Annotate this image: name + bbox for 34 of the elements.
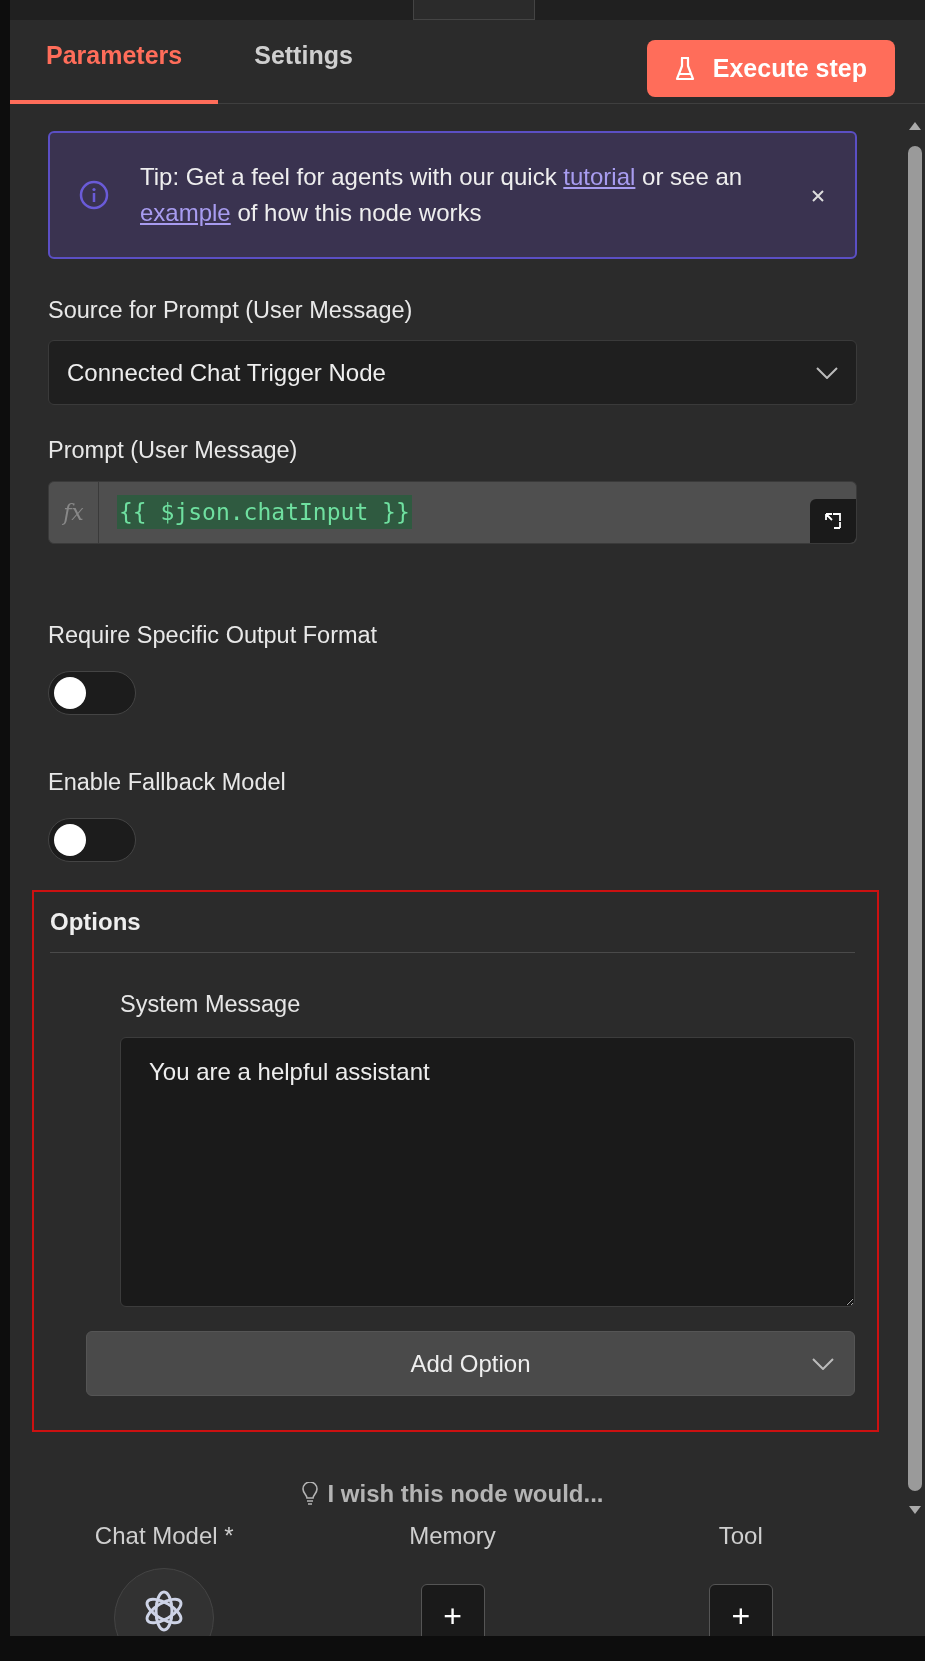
system-message-field[interactable]: You are a helpful assistant [120, 1037, 855, 1308]
flask-icon [674, 55, 695, 82]
field-label: Require Specific Output Format [48, 620, 379, 650]
tip-link[interactable]: example [140, 199, 231, 226]
connection-label: Chat Model * [94, 1521, 234, 1551]
expression-field[interactable]: fx {{ $json.chatInput }} [48, 480, 857, 544]
add-option-button[interactable]: Add Option [86, 1331, 855, 1397]
expression-text: {{ $json.chatInput }} [117, 494, 412, 530]
field-label: Enable Fallback Model [48, 767, 287, 797]
expand-icon [824, 511, 842, 530]
field-label: System Message [120, 990, 302, 1019]
add-button[interactable]: + [708, 1584, 773, 1636]
toggle-switch[interactable] [48, 818, 136, 862]
section-title: Options [50, 904, 855, 953]
connection-label: Memory [409, 1521, 496, 1551]
field-label: Source for Prompt (User Message) [48, 296, 414, 325]
chevron-down-icon [812, 1357, 834, 1370]
close-icon [811, 189, 825, 204]
info-icon [78, 179, 110, 211]
tab[interactable]: Settings [218, 36, 389, 104]
tip-link[interactable]: tutorial [563, 163, 636, 190]
chevron-down-icon [816, 366, 838, 379]
add-button[interactable]: + [420, 1584, 485, 1636]
lightbulb-icon [301, 1482, 318, 1506]
drag-handle[interactable] [413, 0, 535, 20]
feedback-link[interactable]: I wish this node would... [301, 1476, 604, 1512]
connection-label: Tool [718, 1521, 763, 1551]
tab[interactable]: Parameters [10, 36, 219, 104]
expand-button[interactable] [810, 498, 856, 543]
select-field[interactable]: Connected Chat Trigger Node [48, 340, 857, 406]
field-label: Prompt (User Message) [48, 436, 299, 466]
tip-text: Tip: Get a feel for agents with our quick tutorial or see an example of how this node works [140, 162, 744, 228]
toggle-switch[interactable] [48, 670, 136, 715]
fx-label: fx [49, 481, 99, 543]
